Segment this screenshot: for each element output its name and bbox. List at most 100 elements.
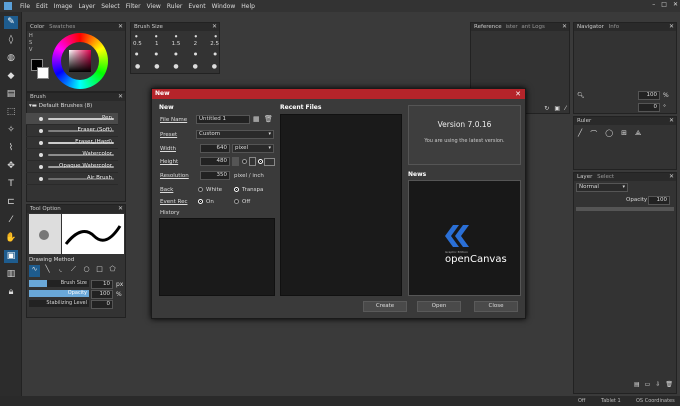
size-dot-icon[interactable]: ● [154,63,159,70]
brush-item[interactable]: Pen [26,113,118,125]
text-tool-icon[interactable]: T [4,178,18,191]
size-option[interactable]: 1 [155,41,159,47]
minimize-button[interactable]: – [652,1,655,8]
pen-tool-icon[interactable]: ✎ [4,16,18,29]
panel-close-icon[interactable]: ✕ [118,205,123,213]
fill-tool-icon[interactable]: ◆ [4,70,18,83]
tab-color[interactable]: Color [30,24,44,30]
width-input[interactable]: 640 [200,144,230,153]
blur-tool-icon[interactable]: ◍ [4,52,18,65]
ruler-ellipse-icon[interactable]: ◯ [605,129,613,139]
new-layer-icon[interactable]: ▤ [634,381,640,393]
size-dot-icon[interactable]: ● [194,51,198,56]
layer-tool-icon[interactable]: ▣ [4,250,18,263]
panel-close-icon[interactable]: ✕ [669,173,674,181]
magic-wand-tool-icon[interactable]: ✧ [4,124,18,137]
size-dot-icon[interactable]: ● [135,34,138,38]
dialog-close-button[interactable]: ✕ [515,89,521,99]
height-input[interactable]: 480 [200,157,230,166]
lock-tool-icon[interactable]: 🔒︎ [4,286,18,299]
document-icon[interactable]: ▦ [253,115,260,123]
ellipse-method-icon[interactable]: ○ [81,265,92,277]
ruler-curve-icon[interactable]: ⌒ [590,129,597,139]
lasso-tool-icon[interactable]: ⌇ [4,142,18,155]
eyedropper-tool-icon[interactable]: ⁄ [4,214,18,227]
menu-file[interactable]: File [20,3,30,10]
brush-item[interactable]: Opaque Watercolor [26,161,118,173]
create-button[interactable]: Create [363,301,407,312]
size-dot-icon[interactable]: ● [173,63,178,70]
move-tool-icon[interactable]: ✥ [4,160,18,173]
menu-edit[interactable]: Edit [36,3,48,10]
size-dot-icon[interactable]: ● [135,51,139,56]
brush-group[interactable]: ▾▬ Default Brushes (8) [29,103,92,109]
brush-item[interactable]: Eraser (Hard) [26,137,118,149]
menu-help[interactable]: Help [241,3,255,10]
event-on-radio[interactable] [198,199,203,204]
ruler-perspective-icon[interactable]: ⟁ [635,129,641,139]
menu-layer[interactable]: Layer [78,3,95,10]
tab-register[interactable]: ister [505,24,517,30]
menu-filter[interactable]: Filter [126,3,141,10]
refresh-icon[interactable]: ↻ [544,105,549,114]
rotate-input[interactable]: 0 [638,103,660,112]
size-dot-icon[interactable]: ● [175,34,178,38]
maximize-button[interactable]: □ [661,1,667,8]
tab-swatches[interactable]: Swatches [49,24,75,30]
saturation-value-square[interactable] [69,50,91,72]
back-transparent-radio[interactable] [234,187,239,192]
eraser-tool-icon[interactable]: ◊ [4,34,18,47]
size-option[interactable]: 2.5 [210,41,219,47]
size-dot-icon[interactable]: ● [155,51,159,56]
curve-method-icon[interactable]: ◟ [55,265,66,277]
brush-size-slider[interactable]: Brush Size [29,280,89,287]
select-rect-tool-icon[interactable]: ⬚ [4,106,18,119]
close-window-button[interactable]: ✕ [673,1,678,8]
panel-close-icon[interactable]: ✕ [118,23,123,31]
gradient-tool-icon[interactable]: ▤ [4,88,18,101]
panel-close-icon[interactable]: ✕ [118,93,123,101]
panel-close-icon[interactable]: ✕ [669,23,674,31]
event-off-radio[interactable] [234,199,239,204]
brush-item[interactable]: Watercolor [26,149,118,161]
layer-opacity-slider[interactable] [576,207,674,211]
hand-tool-icon[interactable]: ✋ [4,232,18,245]
panel-close-icon[interactable]: ✕ [669,117,674,125]
menu-image[interactable]: Image [54,3,73,10]
tab-info[interactable]: Info [609,24,619,30]
brush-size-input[interactable]: 10 [91,280,113,289]
zoom-input[interactable]: 100 [638,91,660,100]
tab-layer[interactable]: Layer [577,174,592,180]
preset-select[interactable]: Custom [196,130,274,139]
size-dot-icon[interactable]: ● [135,63,140,70]
color-wheel[interactable] [52,33,108,89]
history-list[interactable] [159,218,275,296]
merge-icon[interactable]: ⇩ [655,381,660,393]
news-panel[interactable]: Graphic Edition openCanvas [408,180,521,296]
opacity-slider[interactable]: Opacity [29,290,89,297]
size-dot-icon[interactable]: ● [214,51,218,56]
line-method-icon[interactable]: ╲ [42,265,53,277]
ruler-grid-icon[interactable]: ⊞ [621,129,627,139]
size-dot-icon[interactable]: ● [155,34,158,38]
size-option[interactable]: 2 [194,41,198,47]
size-option[interactable]: 1.5 [172,41,181,47]
resolution-input[interactable]: 350 [200,171,230,180]
stabilizing-input[interactable]: 0 [91,300,113,309]
polyline-method-icon[interactable]: ⟋ [68,265,79,277]
link-icon[interactable] [232,157,239,166]
crop-tool-icon[interactable]: ⊏ [4,196,18,209]
file-name-input[interactable]: Untitled 1 [196,115,250,124]
mask-tool-icon[interactable]: ▥ [4,268,18,281]
menu-ruler[interactable]: Ruler [167,3,183,10]
panel-close-icon[interactable]: ✕ [562,23,567,31]
close-button[interactable]: Close [474,301,518,312]
size-dot-icon[interactable]: ● [212,63,217,70]
blend-mode-select[interactable]: Normal [576,183,628,192]
ruler-line-icon[interactable]: ╱ [578,129,582,139]
polygon-method-icon[interactable]: ⬠ [107,265,118,277]
tab-logs[interactable]: ant Logs [521,24,544,30]
portrait-radio[interactable] [242,159,247,164]
recent-files-list[interactable] [280,114,402,296]
menu-select[interactable]: Select [101,3,120,10]
